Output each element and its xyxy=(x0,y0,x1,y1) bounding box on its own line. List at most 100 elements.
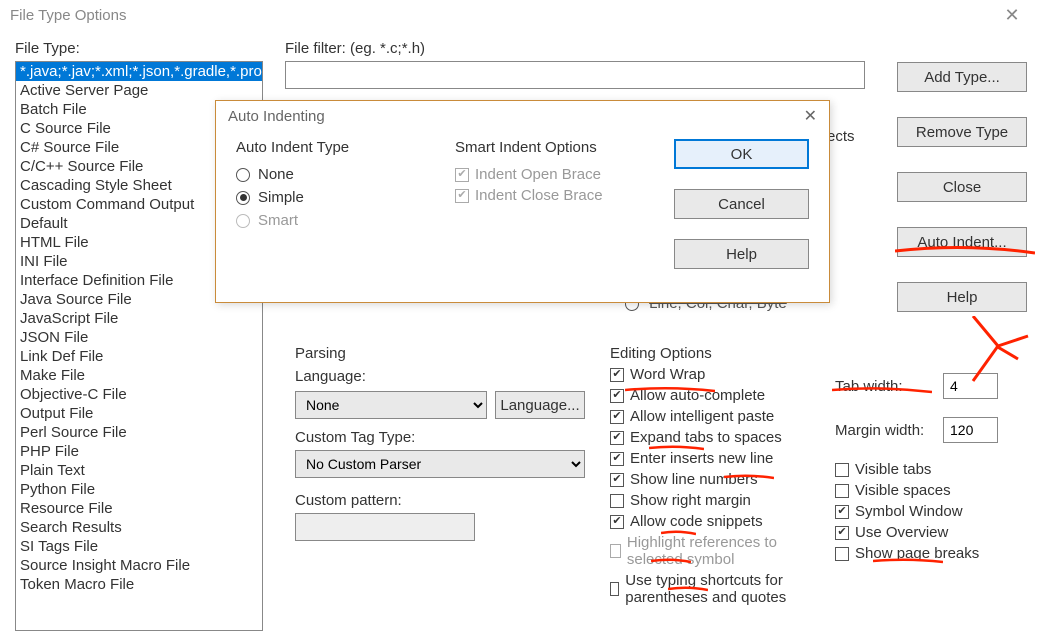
checkbox-label: Enter inserts new line xyxy=(630,450,773,467)
checkbox[interactable] xyxy=(610,410,624,424)
checkbox[interactable] xyxy=(835,463,849,477)
checkbox[interactable] xyxy=(610,389,624,403)
language-button[interactable]: Language... xyxy=(495,391,585,419)
checkbox[interactable] xyxy=(835,505,849,519)
filetype-item[interactable]: Resource File xyxy=(16,499,262,518)
filetype-item[interactable]: Objective-C File xyxy=(16,385,262,404)
radio-none[interactable] xyxy=(236,168,250,182)
tab-width-input[interactable] xyxy=(943,373,998,399)
checkbox-label: Visible spaces xyxy=(855,482,951,499)
filetype-item[interactable]: *.java;*.jav;*.xml;*.json,*.gradle,*.pro… xyxy=(16,62,262,81)
custom-pattern-label: Custom pattern: xyxy=(295,492,585,509)
editing-option-row[interactable]: Use Overview xyxy=(835,524,1015,541)
auto-indent-type-label: Auto Indent Type xyxy=(236,139,455,156)
auto-indent-button[interactable]: Auto Indent... xyxy=(897,227,1027,257)
editing-option-row[interactable]: Allow auto-complete xyxy=(610,387,820,404)
custom-pattern-input[interactable] xyxy=(295,513,475,541)
close-button[interactable]: Close xyxy=(897,172,1027,202)
filetype-item[interactable]: Output File xyxy=(16,404,262,423)
filetype-item[interactable]: Search Results xyxy=(16,518,262,537)
checkbox-label: Show right margin xyxy=(630,492,751,509)
add-type-button[interactable]: Add Type... xyxy=(897,62,1027,92)
checkbox[interactable] xyxy=(610,368,624,382)
language-select[interactable]: None xyxy=(295,391,487,419)
checkbox[interactable] xyxy=(610,431,624,445)
tab-width-label: Tab width: xyxy=(835,378,935,395)
radio-simple[interactable] xyxy=(236,191,250,205)
filetype-item[interactable]: SI Tags File xyxy=(16,537,262,556)
filetype-item[interactable]: JavaScript File xyxy=(16,309,262,328)
editing-option-row[interactable]: Enter inserts new line xyxy=(610,450,820,467)
filetype-item[interactable]: PHP File xyxy=(16,442,262,461)
editing-option-row[interactable]: Allow code snippets xyxy=(610,513,820,530)
checkbox-label: Allow auto-complete xyxy=(630,387,765,404)
parsing-label: Parsing xyxy=(295,345,585,362)
checkbox[interactable] xyxy=(610,582,619,596)
checkbox[interactable] xyxy=(610,452,624,466)
editing-option-row[interactable]: Use typing shortcuts for parentheses and… xyxy=(610,572,820,606)
editing-option-row: Highlight references to selected symbol xyxy=(610,534,820,568)
checkbox-label: Allow code snippets xyxy=(630,513,763,530)
checkbox-label: Use Overview xyxy=(855,524,948,541)
window-close-icon[interactable]: ✕ xyxy=(997,5,1027,26)
checkbox-label: Show line numbers xyxy=(630,471,758,488)
filetype-item[interactable]: Make File xyxy=(16,366,262,385)
checkbox-label: Expand tabs to spaces xyxy=(630,429,782,446)
checkbox-label: Word Wrap xyxy=(630,366,705,383)
checkbox[interactable] xyxy=(610,494,624,508)
checkbox[interactable] xyxy=(610,473,624,487)
window-titlebar: File Type Options ✕ xyxy=(0,0,1037,30)
filetype-item[interactable]: Source Insight Macro File xyxy=(16,556,262,575)
custom-parser-select[interactable]: No Custom Parser xyxy=(295,450,585,478)
checkbox-label: Highlight references to selected symbol xyxy=(627,534,820,568)
filefilter-input[interactable] xyxy=(285,61,865,89)
editing-option-row[interactable]: Show page breaks xyxy=(835,545,1015,562)
margin-width-input[interactable] xyxy=(943,417,998,443)
checkbox[interactable] xyxy=(835,526,849,540)
cb-indent-close-brace xyxy=(455,189,469,203)
filetype-item[interactable]: Token Macro File xyxy=(16,575,262,594)
cb-indent-open-brace xyxy=(455,168,469,182)
cancel-button[interactable]: Cancel xyxy=(674,189,809,219)
radio-simple-row[interactable]: Simple xyxy=(236,189,455,206)
ok-button[interactable]: OK xyxy=(674,139,809,169)
checkbox xyxy=(610,544,621,558)
remove-type-button[interactable]: Remove Type xyxy=(897,117,1027,147)
editing-option-row[interactable]: Show right margin xyxy=(610,492,820,509)
checkbox-label: Show page breaks xyxy=(855,545,979,562)
editing-option-row[interactable]: Visible spaces xyxy=(835,482,1015,499)
checkbox-label: Use typing shortcuts for parentheses and… xyxy=(625,572,820,606)
editing-option-row[interactable]: Allow intelligent paste xyxy=(610,408,820,425)
auto-indenting-dialog: Auto Indenting ✕ Auto Indent Type None S… xyxy=(215,100,830,303)
filetype-item[interactable]: Active Server Page xyxy=(16,81,262,100)
smart-indent-options-label: Smart Indent Options xyxy=(455,139,674,156)
dialog-help-button[interactable]: Help xyxy=(674,239,809,269)
filetype-item[interactable]: Plain Text xyxy=(16,461,262,480)
editing-option-row[interactable]: Symbol Window xyxy=(835,503,1015,520)
radio-smart[interactable] xyxy=(236,214,250,228)
custom-tag-type-label: Custom Tag Type: xyxy=(295,429,585,446)
checkbox[interactable] xyxy=(835,484,849,498)
radio-smart-row[interactable]: Smart xyxy=(236,212,455,229)
filetype-item[interactable]: Link Def File xyxy=(16,347,262,366)
filetype-item[interactable]: JSON File xyxy=(16,328,262,347)
help-button[interactable]: Help xyxy=(897,282,1027,312)
editing-option-row[interactable]: Show line numbers xyxy=(610,471,820,488)
checkbox[interactable] xyxy=(835,547,849,561)
editing-option-row[interactable]: Word Wrap xyxy=(610,366,820,383)
checkbox-label: Visible tabs xyxy=(855,461,931,478)
filetype-item[interactable]: Python File xyxy=(16,480,262,499)
checkbox-label: Symbol Window xyxy=(855,503,963,520)
dialog-close-icon[interactable]: ✕ xyxy=(804,106,817,126)
checkbox[interactable] xyxy=(610,515,624,529)
dialog-title: Auto Indenting xyxy=(228,108,804,125)
language-label: Language: xyxy=(295,368,585,385)
margin-width-label: Margin width: xyxy=(835,422,935,439)
filetype-label: File Type: xyxy=(15,40,263,57)
projects-label-fragment: ects xyxy=(827,128,855,145)
editing-option-row[interactable]: Expand tabs to spaces xyxy=(610,429,820,446)
filetype-item[interactable]: Perl Source File xyxy=(16,423,262,442)
radio-none-row[interactable]: None xyxy=(236,166,455,183)
editing-option-row[interactable]: Visible tabs xyxy=(835,461,1015,478)
checkbox-label: Allow intelligent paste xyxy=(630,408,774,425)
